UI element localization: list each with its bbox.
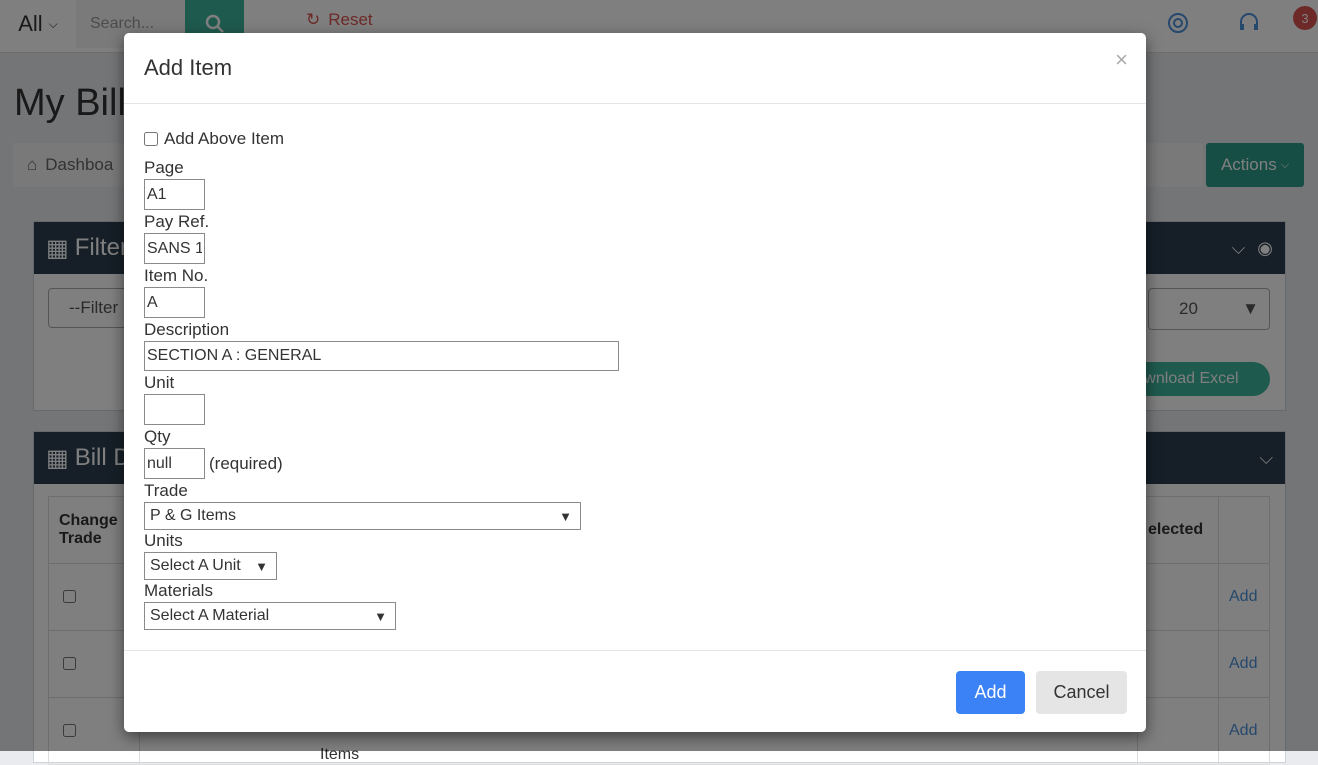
- modal-header: Add Item ×: [124, 33, 1146, 104]
- page-label: Page: [144, 158, 184, 177]
- trade-select[interactable]: P & G Items ▼: [144, 502, 581, 530]
- materials-select[interactable]: Select A Material ▼: [144, 602, 396, 630]
- description-label: Description: [144, 320, 230, 339]
- cancel-button[interactable]: Cancel: [1036, 671, 1127, 714]
- qty-field[interactable]: [144, 448, 205, 479]
- modal-title: Add Item: [144, 55, 233, 80]
- dropdown-arrow-icon: ▼: [255, 558, 268, 574]
- add-button[interactable]: Add: [956, 671, 1025, 714]
- pay-ref-label: Pay Ref.: [144, 212, 210, 231]
- dropdown-arrow-icon: ▼: [374, 608, 387, 624]
- qty-required-hint: (required): [209, 454, 283, 473]
- unit-label: Unit: [144, 373, 175, 392]
- page-field[interactable]: [144, 179, 205, 210]
- add-above-label: Add Above Item: [164, 129, 285, 148]
- materials-select-value: Select A Material: [150, 607, 270, 624]
- trade-label: Trade: [144, 481, 188, 500]
- dropdown-arrow-icon: ▼: [559, 508, 572, 524]
- description-field[interactable]: [144, 341, 619, 371]
- item-no-field[interactable]: [144, 287, 205, 318]
- unit-field[interactable]: [144, 394, 205, 425]
- add-above-checkbox[interactable]: [144, 132, 158, 146]
- modal-footer: Add Cancel: [124, 650, 1146, 733]
- modal-body: Add Above Item Page Pay Ref. Item No. De…: [144, 125, 1124, 630]
- materials-label: Materials: [144, 581, 213, 600]
- add-item-modal: Add Item × Add Above Item Page Pay Ref. …: [124, 33, 1146, 732]
- item-no-label: Item No.: [144, 266, 209, 285]
- pay-ref-field[interactable]: [144, 233, 205, 264]
- close-icon[interactable]: ×: [1115, 47, 1128, 73]
- units-select[interactable]: Select A Unit ▼: [144, 552, 277, 580]
- units-label: Units: [144, 531, 183, 550]
- qty-label: Qty: [144, 427, 171, 446]
- units-select-value: Select A Unit: [150, 557, 241, 574]
- trade-select-value: P & G Items: [150, 507, 236, 524]
